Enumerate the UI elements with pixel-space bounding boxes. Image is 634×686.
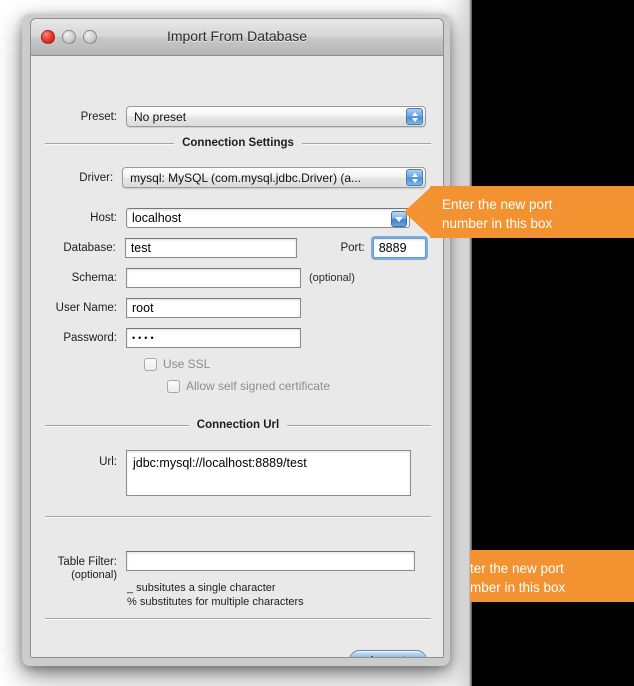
password-label: Password:: [63, 332, 117, 344]
preset-value: No preset: [134, 109, 187, 124]
schema-label: Schema:: [71, 272, 117, 284]
schema-input[interactable]: [126, 268, 301, 288]
separator-line-right: [301, 142, 431, 144]
dialog-body: Preset: No preset Connection Settings Dr…: [31, 56, 443, 657]
port-label: Port:: [340, 242, 365, 254]
window-title: Import From Database: [166, 28, 308, 44]
username-label: User Name:: [55, 302, 117, 314]
callout-primary: Enter the new port number in this box: [430, 186, 634, 238]
table-filter-sublabel: (optional): [71, 569, 117, 581]
table-filter-hint-line1: _ subsitutes a single character: [127, 582, 276, 594]
database-label: Database:: [63, 242, 116, 254]
database-input[interactable]: test: [124, 238, 298, 258]
import-button[interactable]: Import: [349, 650, 427, 657]
url-value: jdbc:mysql://localhost:8889/test: [133, 456, 307, 470]
preset-select[interactable]: No preset: [126, 106, 426, 127]
username-row: User Name: root: [31, 298, 426, 318]
allow-self-signed-checkbox[interactable]: [167, 379, 180, 393]
chevron-up-icon: [411, 172, 418, 177]
username-value: root: [132, 301, 154, 315]
connection-url-separator: Connection Url: [45, 419, 432, 431]
table-filter-label: Table Filter:: [57, 556, 117, 568]
database-value: test: [130, 241, 151, 255]
connection-settings-caption: Connection Settings: [182, 137, 294, 149]
driver-value: mysql: MySQL (com.mysql.jdbc.Driver) (a.…: [130, 170, 362, 185]
chevron-down-icon: [411, 117, 418, 122]
password-row: Password: ••••: [31, 328, 426, 348]
stepper-arrows-icon[interactable]: [406, 108, 423, 125]
schema-row: Schema: (optional): [31, 268, 426, 288]
separator-line-right: [287, 424, 432, 426]
username-input[interactable]: root: [126, 298, 301, 318]
connection-url-caption: Connection Url: [196, 419, 280, 431]
preset-label: Preset:: [80, 110, 117, 123]
host-row: Host: localhost: [31, 208, 426, 228]
allow-self-signed-row[interactable]: Allow self signed certificate: [167, 379, 330, 393]
use-ssl-checkbox[interactable]: [144, 357, 157, 371]
driver-label: Driver:: [79, 171, 114, 184]
database-row: Database: test Port: 8889: [31, 238, 427, 258]
callout-arrow-primary: [404, 186, 432, 238]
table-filter-input[interactable]: [126, 551, 415, 571]
preset-row: Preset: No preset: [31, 106, 426, 127]
schema-optional-hint: (optional): [309, 272, 355, 284]
use-ssl-row[interactable]: Use SSL: [144, 357, 210, 371]
table-filter-hint-line2: % substitutes for multiple characters: [127, 596, 304, 608]
use-ssl-label: Use SSL: [163, 357, 211, 371]
port-input[interactable]: 8889: [372, 238, 427, 258]
url-label: Url:: [99, 456, 117, 468]
import-from-database-window: Import From Database Preset: No preset C…: [30, 18, 444, 658]
driver-row: Driver: mysql: MySQL (com.mysql.jdbc.Dri…: [31, 167, 426, 188]
url-bottom-separator: [45, 516, 431, 517]
host-label: Host:: [90, 212, 117, 224]
chevron-up-icon: [411, 111, 418, 116]
allow-self-signed-label: Allow self signed certificate: [186, 379, 331, 393]
separator-line-left: [45, 142, 175, 144]
password-value: ••••: [132, 333, 157, 343]
driver-stepper-arrows-icon[interactable]: [406, 169, 423, 186]
url-textarea[interactable]: jdbc:mysql://localhost:8889/test: [126, 450, 411, 496]
window-titlebar[interactable]: Import From Database: [31, 19, 443, 56]
callout-secondary-clip: ter the new port mber in this box: [470, 550, 634, 602]
password-input[interactable]: ••••: [126, 328, 301, 348]
driver-select[interactable]: mysql: MySQL (com.mysql.jdbc.Driver) (a.…: [122, 167, 426, 188]
connection-settings-separator: Connection Settings: [45, 137, 431, 149]
port-value: 8889: [378, 241, 407, 255]
chevron-down-icon: [411, 178, 418, 183]
footer-separator: [45, 618, 431, 619]
chevron-down-icon: [395, 216, 403, 222]
host-value: localhost: [132, 211, 182, 225]
callout-secondary: ter the new port mber in this box: [470, 550, 634, 602]
host-combobox[interactable]: localhost: [126, 208, 410, 228]
separator-line-left: [45, 424, 189, 426]
screenshot-stage: Import From Database Preset: No preset C…: [0, 0, 634, 686]
